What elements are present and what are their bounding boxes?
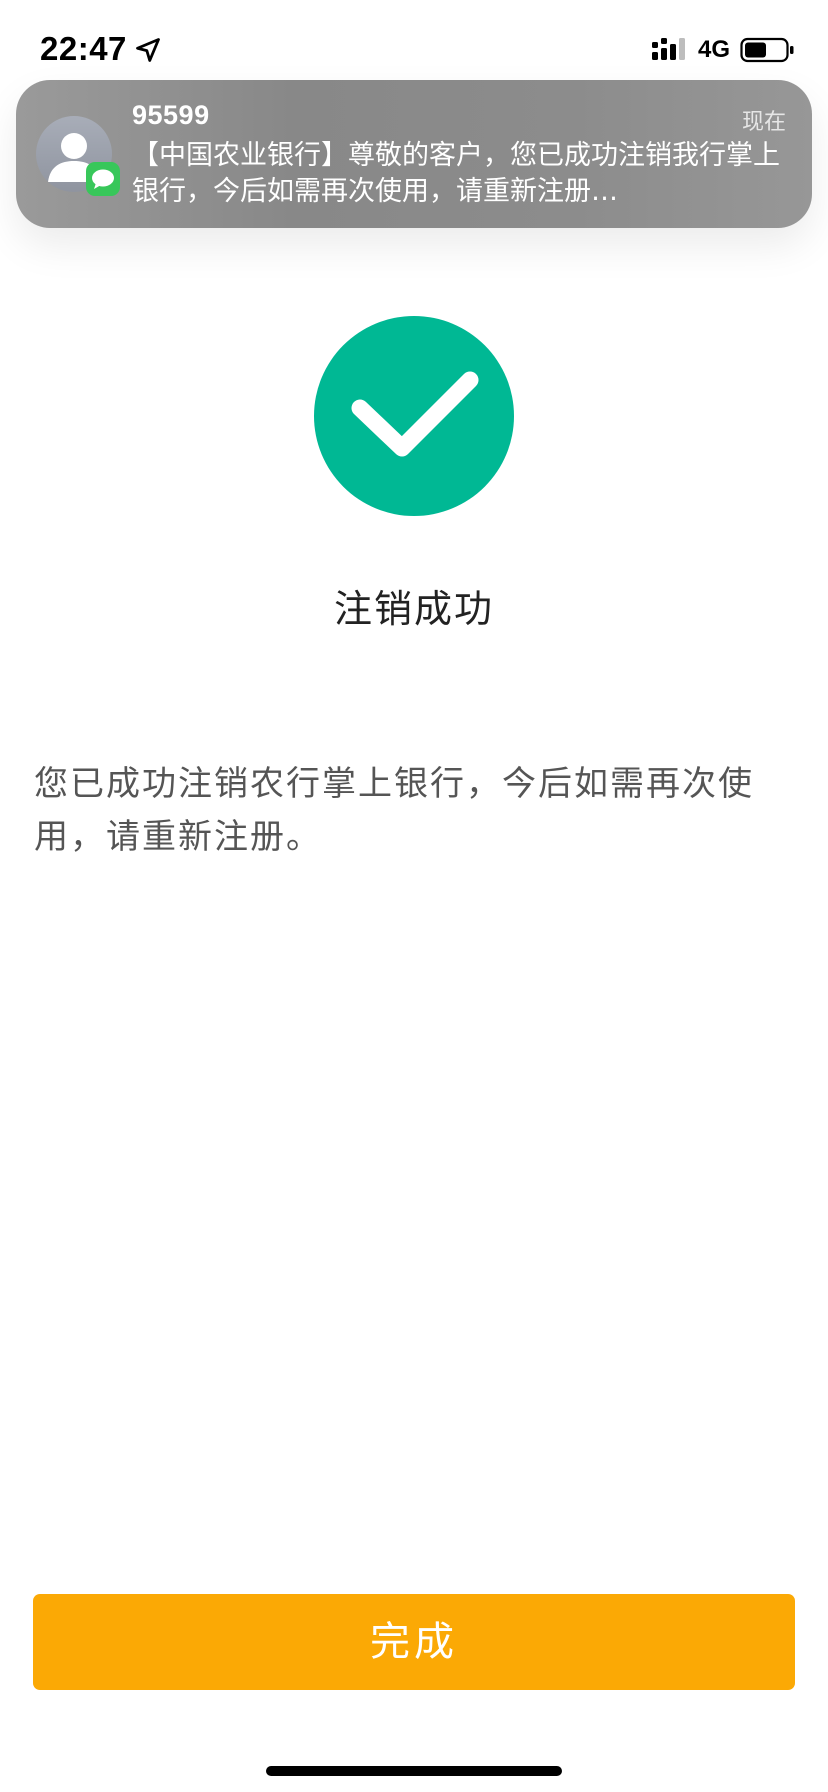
network-type-label: 4G (698, 36, 731, 63)
notification-body: 【中国农业银行】尊敬的客户，您已成功注销我行掌上银行，今后如需再次使用，请重新注… (132, 140, 780, 207)
checkmark-circle-icon (314, 316, 514, 516)
cellular-signal-icon (652, 38, 685, 60)
result-description: 您已成功注销农行掌上银行，今后如需再次使用，请重新注册。 (34, 764, 754, 857)
notification-sender: 95599 (132, 100, 210, 130)
home-indicator[interactable] (266, 1766, 562, 1776)
messages-app-icon (86, 162, 120, 196)
notification-time: 现在 (741, 110, 786, 135)
done-button[interactable]: 完成 (33, 1594, 795, 1690)
battery-icon (740, 37, 794, 63)
location-arrow-icon (136, 38, 160, 62)
status-time: 22:47 (40, 30, 127, 67)
sms-notification-banner[interactable]: 95599 现在 【中国农业银行】尊敬的客户，您已成功注销我行掌上银行，今后如需… (16, 80, 812, 228)
page-title: 注销成功 (333, 587, 494, 631)
